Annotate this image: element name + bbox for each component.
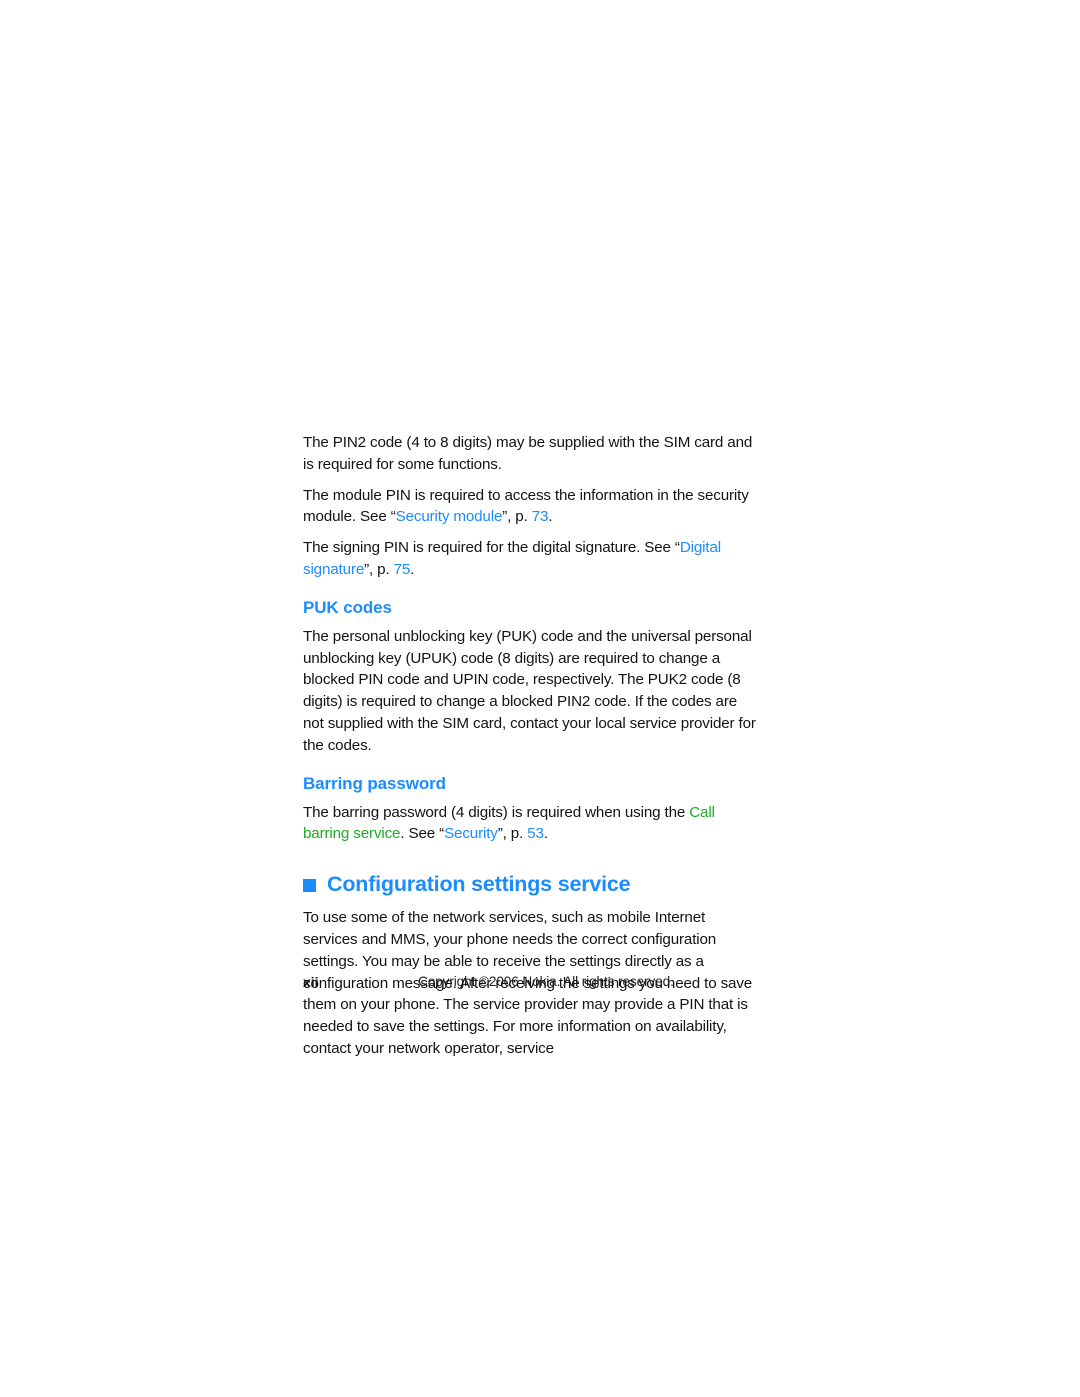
paragraph-pin2-code: The PIN2 code (4 to 8 digits) may be sup… [303, 434, 753, 473]
paragraph-barring-text-after: . [543, 825, 548, 843]
link-page-53[interactable]: 53 [527, 825, 544, 842]
page-footer: xii Copyright ©2006 Nokia. All rights re… [303, 972, 761, 994]
heading-configuration-settings-service: Configuration settings service [303, 871, 761, 897]
heading-puk-codes: PUK codes [303, 597, 392, 617]
link-security[interactable]: Security [444, 825, 498, 842]
paragraph-signing-pin-text-after: . [410, 560, 415, 578]
paragraph-barring-text-middle: . See “ [400, 825, 445, 843]
heading-configuration-settings-service-label: Configuration settings service [327, 872, 631, 897]
heading-barring-password: Barring password [303, 773, 446, 793]
link-page-73[interactable]: 73 [532, 508, 549, 525]
paragraph-barring-text-before: The barring password (4 digits) is requi… [303, 803, 690, 821]
paragraph-module-pin-text-after: . [548, 508, 553, 526]
paragraph-module-pin: The module PIN is required to access the… [303, 485, 761, 529]
footer-page-number: xii [303, 974, 319, 990]
link-page-75[interactable]: 75 [394, 561, 411, 578]
paragraph-puk-codes: The personal unblocking key (PUK) code a… [303, 627, 756, 754]
paragraph-barring-text-middle2: ”, p. [497, 825, 528, 843]
paragraph-signing-pin: The signing PIN is required for the digi… [303, 537, 761, 581]
square-bullet-icon [303, 878, 316, 892]
footer-copyright-notice: Copyright ©2006 Nokia. All rights reserv… [418, 974, 674, 989]
paragraph-module-pin-text-middle: ”, p. [502, 508, 532, 526]
paragraph-signing-pin-text-middle: ”, p. [364, 560, 394, 578]
paragraph-barring-password: The barring password (4 digits) is requi… [303, 802, 761, 846]
link-security-module[interactable]: Security module [396, 508, 503, 525]
document-page: { "colors": { "link_blue": "#1a8cff", "m… [0, 0, 1080, 1397]
paragraph-signing-pin-text-before: The signing PIN is required for the digi… [303, 539, 680, 557]
